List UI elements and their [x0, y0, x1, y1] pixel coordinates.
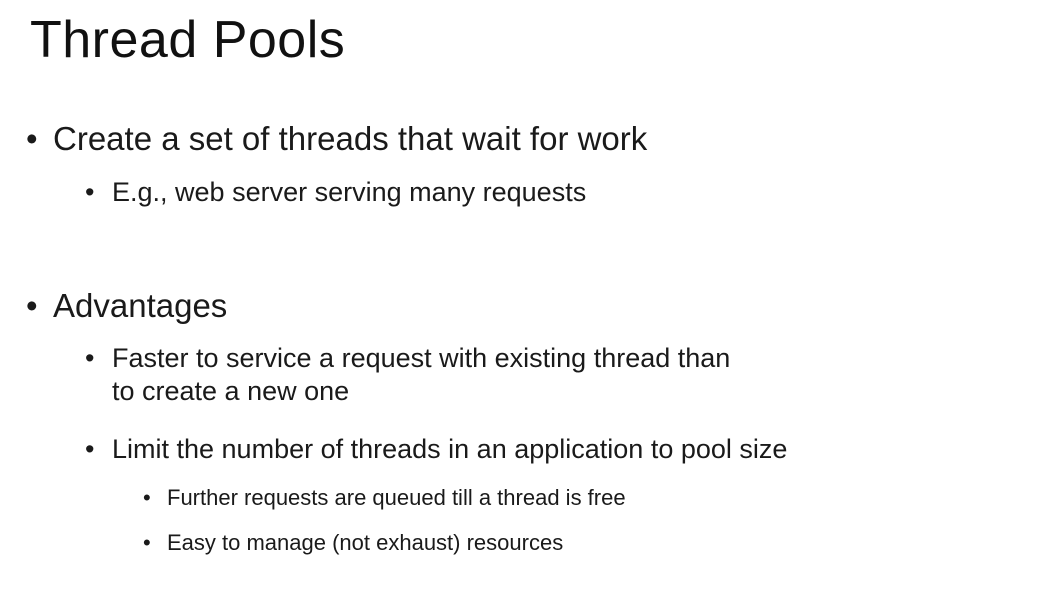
bullet-dot: • [143, 485, 151, 510]
bullet-requests-queued: • Further requests are queued till a thr… [143, 485, 626, 511]
bullet-text: E.g., web server serving many requests [112, 177, 587, 207]
bullet-text: Create a set of threads that wait for wo… [53, 120, 648, 157]
bullet-advantages: • Advantages [26, 286, 227, 326]
bullet-text: Limit the number of threads in an applic… [112, 434, 788, 464]
slide: Thread Pools • Create a set of threads t… [0, 0, 1047, 615]
bullet-dot: • [26, 120, 38, 157]
bullet-example-web-server: • E.g., web server serving many requests [85, 176, 586, 209]
bullet-text: Faster to service a request with existin… [112, 342, 730, 408]
bullet-text: Advantages [53, 287, 228, 324]
bullet-dot: • [143, 530, 151, 555]
slide-title: Thread Pools [30, 11, 346, 69]
bullet-limit-threads: • Limit the number of threads in an appl… [85, 433, 787, 466]
bullet-create-threads: • Create a set of threads that wait for … [26, 119, 647, 159]
bullet-faster-service: • Faster to service a request with exist… [85, 342, 730, 408]
bullet-text: Further requests are queued till a threa… [167, 485, 626, 510]
bullet-text-line: Faster to service a request with existin… [112, 343, 731, 373]
bullet-dot: • [85, 434, 95, 464]
bullet-dot: • [85, 343, 95, 373]
bullet-dot: • [85, 177, 95, 207]
bullet-dot: • [26, 287, 38, 324]
bullet-text-line: to create a new one [112, 375, 350, 406]
bullet-text: Easy to manage (not exhaust) resources [167, 530, 564, 555]
bullet-manage-resources: • Easy to manage (not exhaust) resources [143, 530, 563, 556]
